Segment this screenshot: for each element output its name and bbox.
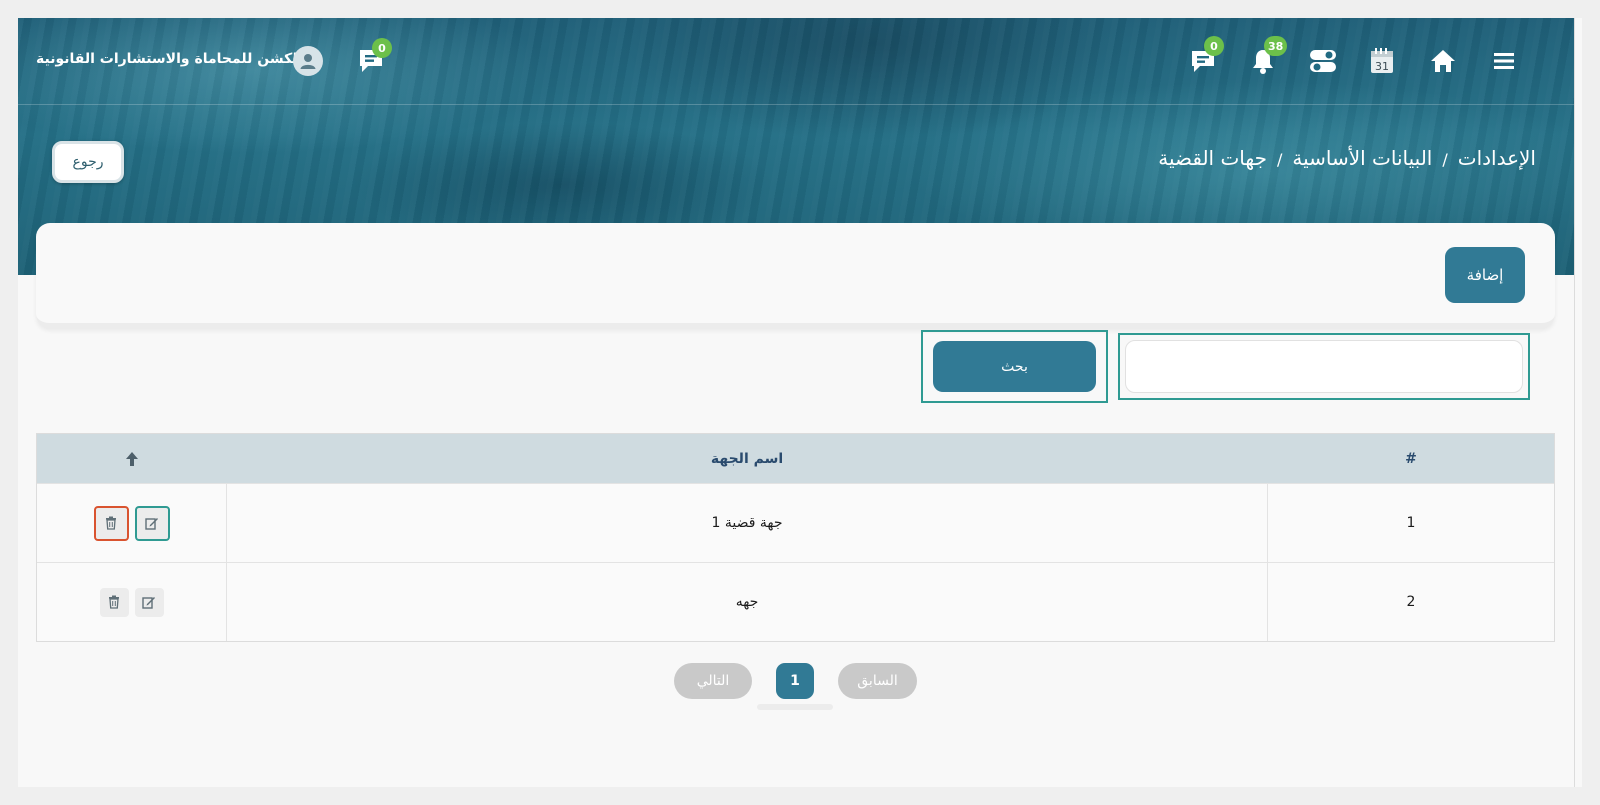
notifications-badge: 38 <box>1264 36 1288 56</box>
edit-icon <box>145 518 158 530</box>
chat-badge: 0 <box>372 38 392 58</box>
hamburger-icon <box>1494 53 1514 69</box>
add-button[interactable]: إضافة <box>1445 247 1525 303</box>
svg-text:31: 31 <box>1375 60 1389 73</box>
home-button[interactable] <box>1426 44 1460 78</box>
breadcrumb-separator: / <box>1276 150 1283 169</box>
toggle-icon <box>1310 50 1336 72</box>
column-header-name[interactable]: اسم الجهة <box>226 434 1268 483</box>
trash-icon <box>106 516 116 530</box>
table-row: 2 جهه <box>37 562 1554 641</box>
row-actions <box>37 484 226 562</box>
row-name: جهة قضية 1 <box>226 484 1268 562</box>
messages-button[interactable]: 0 <box>1186 36 1224 78</box>
breadcrumb-current: جهات القضية <box>1158 146 1267 170</box>
search-button-wrapper: بحث <box>921 330 1108 403</box>
menu-button[interactable] <box>1487 44 1521 78</box>
back-button[interactable]: رجوع <box>52 141 124 183</box>
avatar[interactable] <box>293 46 323 76</box>
arrow-up-icon <box>125 451 138 466</box>
breadcrumb-settings[interactable]: الإعدادات <box>1458 146 1536 170</box>
trash-icon <box>109 595 119 609</box>
delete-button[interactable] <box>99 587 129 617</box>
top-bar: الكشن للمحاماة والاستشارات القانونية 0 3… <box>18 18 1574 104</box>
search-input[interactable] <box>1125 340 1523 393</box>
chat-button[interactable]: 0 <box>354 38 392 78</box>
search-button[interactable]: بحث <box>933 341 1096 392</box>
row-number: 2 <box>1406 594 1416 610</box>
user-icon <box>300 54 316 69</box>
column-header-number[interactable]: # <box>1268 434 1554 483</box>
calendar-icon: 31 <box>1371 48 1393 73</box>
edit-button[interactable] <box>134 505 170 541</box>
edit-icon <box>142 597 155 609</box>
table-header: # اسم الجهة <box>37 434 1554 483</box>
calendar-button[interactable]: 31 <box>1365 44 1399 78</box>
column-header-sort[interactable] <box>37 434 226 483</box>
brand-name: الكشن للمحاماة والاستشارات القانونية <box>36 51 303 67</box>
row-actions <box>37 563 226 641</box>
home-icon <box>1431 50 1455 72</box>
entities-table: # اسم الجهة 1 جهة قضية 1 2 جهه <box>36 433 1555 642</box>
breadcrumb-basic-data[interactable]: البيانات الأساسية <box>1292 146 1432 170</box>
notifications-button[interactable]: 38 <box>1246 36 1288 78</box>
toggle-settings-button[interactable] <box>1306 44 1340 78</box>
previous-page-button[interactable]: السابق <box>838 663 917 699</box>
search-field-wrapper <box>1118 333 1530 400</box>
row-number: 1 <box>1406 515 1416 531</box>
actions-card: إضافة <box>36 223 1555 328</box>
current-page[interactable]: 1 <box>776 663 814 699</box>
pagination: التالي 1 السابق <box>0 663 1600 699</box>
delete-button[interactable] <box>93 505 129 541</box>
row-name: جهه <box>226 563 1268 641</box>
table-row: 1 جهة قضية 1 <box>37 483 1554 562</box>
messages-badge: 0 <box>1204 36 1224 56</box>
breadcrumb: الإعدادات / البيانات الأساسية / جهات القضية <box>1158 146 1536 170</box>
edit-button[interactable] <box>134 587 164 617</box>
breadcrumb-separator: / <box>1442 150 1448 169</box>
next-page-button[interactable]: التالي <box>674 663 752 699</box>
